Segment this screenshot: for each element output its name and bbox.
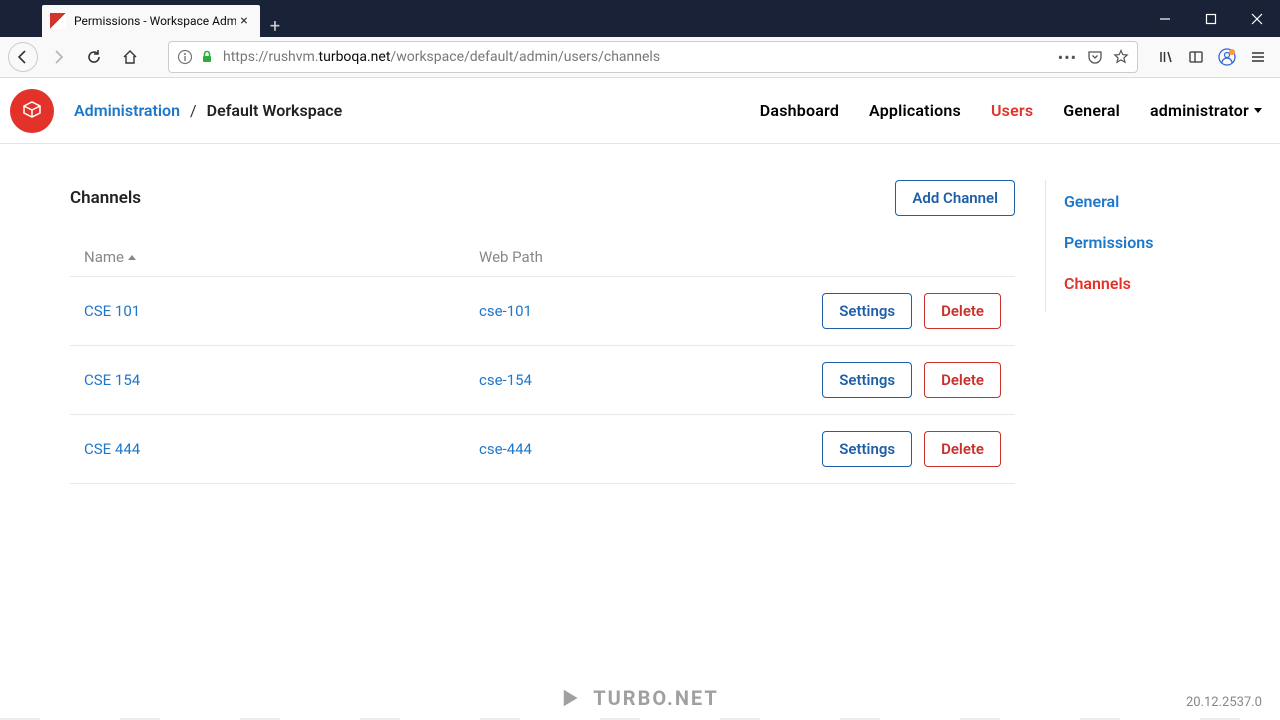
breadcrumb-separator: /	[190, 101, 197, 120]
breadcrumb-admin[interactable]: Administration	[74, 101, 180, 120]
new-tab-button[interactable]: +	[260, 16, 290, 37]
browser-tab-bar: Permissions - Workspace Admi × +	[0, 0, 1280, 37]
breadcrumb: Administration / Default Workspace	[74, 101, 342, 120]
info-icon[interactable]	[177, 49, 193, 65]
delete-button[interactable]: Delete	[924, 431, 1001, 467]
chevron-down-icon	[1254, 108, 1262, 113]
back-button[interactable]	[8, 42, 38, 72]
channel-name-link[interactable]: CSE 101	[84, 302, 140, 320]
settings-button[interactable]: Settings	[822, 431, 912, 467]
sidenav-general[interactable]: General	[1064, 192, 1235, 211]
delete-button[interactable]: Delete	[924, 362, 1001, 398]
channels-table: Name Web Path CSE 101 cse-101 Settings Dele…	[70, 238, 1015, 484]
page-title: Channels	[70, 188, 141, 208]
home-button[interactable]	[114, 41, 146, 73]
address-bar[interactable]: https://rushvm.turboqa.net/workspace/def…	[168, 41, 1138, 73]
menu-icon[interactable]	[1250, 49, 1266, 65]
close-window-icon[interactable]	[1234, 0, 1280, 37]
tab-title: Permissions - Workspace Admi	[74, 14, 236, 28]
nav-users[interactable]: Users	[991, 101, 1033, 120]
pocket-icon[interactable]	[1087, 49, 1103, 65]
maximize-icon[interactable]	[1188, 0, 1234, 37]
lock-icon[interactable]	[199, 49, 215, 65]
column-path[interactable]: Web Path	[479, 248, 1001, 266]
channel-path-link[interactable]: cse-444	[479, 440, 532, 458]
app-header: Administration / Default Workspace Dashb…	[0, 78, 1280, 144]
library-icon[interactable]	[1158, 49, 1174, 65]
table-header: Name Web Path	[70, 238, 1015, 277]
app-logo-icon[interactable]	[10, 89, 54, 133]
side-nav: General Permissions Channels	[1045, 180, 1235, 312]
bookmark-star-icon[interactable]	[1113, 49, 1129, 65]
table-row: CSE 101 cse-101 Settings Delete	[70, 277, 1015, 346]
footer-logo-icon	[561, 687, 583, 709]
column-name[interactable]: Name	[84, 248, 479, 266]
footer: TURBO.NET	[0, 686, 1280, 710]
channel-path-link[interactable]: cse-154	[479, 371, 532, 389]
nav-applications[interactable]: Applications	[869, 101, 961, 120]
more-icon[interactable]: •••	[1058, 48, 1077, 67]
window-controls	[1142, 0, 1280, 37]
breadcrumb-current: Default Workspace	[207, 101, 343, 120]
sidenav-permissions[interactable]: Permissions	[1064, 233, 1235, 252]
add-channel-button[interactable]: Add Channel	[895, 180, 1015, 216]
channel-path-link[interactable]: cse-101	[479, 302, 532, 320]
tab-favicon-icon	[50, 13, 66, 29]
channel-name-link[interactable]: CSE 154	[84, 371, 140, 389]
settings-button[interactable]: Settings	[822, 293, 912, 329]
channel-name-link[interactable]: CSE 444	[84, 440, 140, 458]
browser-toolbar: https://rushvm.turboqa.net/workspace/def…	[0, 37, 1280, 78]
version-label: 20.12.2537.0	[1186, 695, 1262, 710]
profile-icon[interactable]	[1218, 48, 1236, 66]
tab-close-icon[interactable]: ×	[236, 13, 252, 29]
sidenav-channels[interactable]: Channels	[1064, 274, 1235, 293]
sort-asc-icon	[128, 255, 136, 260]
url-text: https://rushvm.turboqa.net/workspace/def…	[223, 49, 1058, 65]
delete-button[interactable]: Delete	[924, 293, 1001, 329]
nav-user-menu[interactable]: administrator	[1150, 101, 1262, 120]
reload-button[interactable]	[78, 41, 110, 73]
table-row: CSE 154 cse-154 Settings Delete	[70, 346, 1015, 415]
main-nav: Dashboard Applications Users General adm…	[760, 101, 1262, 120]
forward-button[interactable]	[42, 41, 74, 73]
footer-brand: TURBO.NET	[593, 686, 719, 710]
nav-general[interactable]: General	[1063, 101, 1120, 120]
sidebar-icon[interactable]	[1188, 49, 1204, 65]
nav-dashboard[interactable]: Dashboard	[760, 101, 839, 120]
table-row: CSE 444 cse-444 Settings Delete	[70, 415, 1015, 484]
browser-tab[interactable]: Permissions - Workspace Admi ×	[42, 5, 260, 37]
settings-button[interactable]: Settings	[822, 362, 912, 398]
minimize-icon[interactable]	[1142, 0, 1188, 37]
